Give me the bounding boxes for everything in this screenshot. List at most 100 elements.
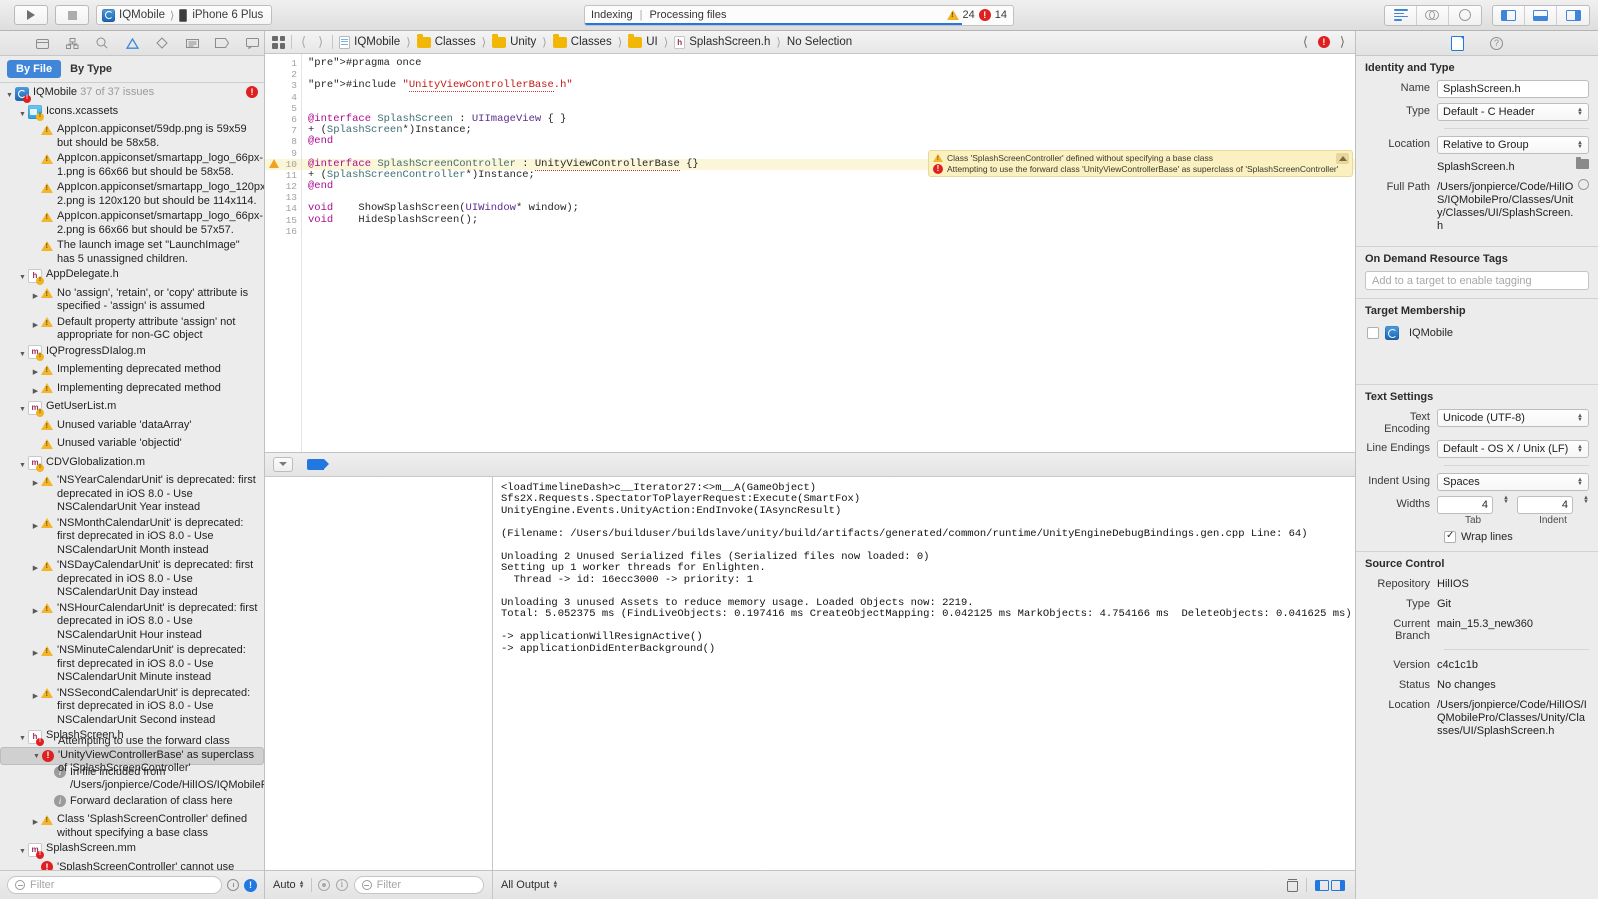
- collapse-banner-icon[interactable]: [1336, 153, 1349, 164]
- code-text[interactable]: "pre">#pragma once "pre">#include "Unity…: [302, 54, 1355, 452]
- issue-row[interactable]: ▶ 'NSMinuteCalendarUnit' is deprecated: f…: [0, 643, 264, 686]
- code-line[interactable]: + (SplashScreen*)Instance;: [302, 124, 1355, 136]
- watch-icon[interactable]: [317, 879, 330, 891]
- issue-navigator-icon[interactable]: [125, 37, 139, 50]
- disclosure-triangle-open[interactable]: ▼: [17, 345, 28, 362]
- variables-view[interactable]: [265, 476, 493, 870]
- issue-row[interactable]: ▼ m! IQProgressDIalog.m: [0, 344, 264, 363]
- breadcrumb[interactable]: IQMobile ⟩ Classes ⟩ Unity ⟩ Classes ⟩ U…: [339, 34, 852, 49]
- issue-counters[interactable]: 24 ! 14: [946, 9, 1007, 21]
- view-toggle-segmented[interactable]: [1492, 4, 1590, 26]
- inline-issue-error[interactable]: ! Attempting to use the forward class 'U…: [933, 164, 1348, 174]
- disclosure-triangle-closed[interactable]: ▶: [30, 517, 41, 534]
- choose-file-icon[interactable]: [1576, 157, 1589, 169]
- wrap-lines-row[interactable]: Wrap lines: [1444, 530, 1589, 543]
- disclosure-triangle-closed[interactable]: ▶: [30, 382, 41, 399]
- issue-row[interactable]: ▶ Unused variable 'objectid': [0, 436, 264, 455]
- disclosure-triangle-closed[interactable]: ▶: [30, 287, 41, 304]
- code-line[interactable]: @end: [302, 180, 1355, 192]
- issue-row[interactable]: ▶ Unused variable 'dataArray': [0, 418, 264, 437]
- issue-row[interactable]: ▶ The launch image set "LaunchImage" has …: [0, 238, 264, 267]
- standard-editor-button[interactable]: [1385, 5, 1417, 25]
- scope-popup[interactable]: Auto ▲ ▼: [273, 879, 305, 891]
- breadcrumb-item-0[interactable]: IQMobile: [354, 36, 400, 48]
- info-icon[interactable]: [335, 879, 348, 891]
- issue-row[interactable]: ▶ AppIcon.appiconset/smartapp_logo_66px-1…: [0, 151, 264, 180]
- assistant-editor-button[interactable]: [1417, 5, 1449, 25]
- reveal-in-finder-icon[interactable]: [1578, 179, 1589, 190]
- issue-row[interactable]: ▼ m! CDVGlobalization.m: [0, 455, 264, 474]
- stop-button[interactable]: [55, 5, 89, 25]
- report-navigator-icon[interactable]: [245, 37, 259, 50]
- line-endings-select[interactable]: Default - OS X / Unix (LF) ▲ ▼: [1437, 440, 1589, 458]
- console-output[interactable]: <loadTimelineDash>c__Iterator27:<>m__A(G…: [493, 476, 1355, 870]
- encoding-select[interactable]: Unicode (UTF-8) ▲ ▼: [1437, 409, 1589, 427]
- issue-row[interactable]: ▼! IQMobile 37 of 37 issues!: [0, 85, 264, 104]
- errors-only-icon[interactable]: !: [244, 878, 257, 892]
- issue-grouping-segmented[interactable]: By File By Type: [7, 60, 121, 78]
- activity-status-bar[interactable]: Indexing | Processing files 24 ! 14: [584, 4, 1014, 26]
- inline-issue-banner[interactable]: Class 'SplashScreenController' defined w…: [928, 150, 1353, 177]
- debug-layout-toggle[interactable]: [1315, 879, 1345, 891]
- test-navigator-icon[interactable]: [155, 37, 169, 50]
- folder-icon[interactable]: [35, 37, 49, 50]
- line-number-gutter[interactable]: 1 2 3 4 5 6 7 8 9 10 11 12 13 14 15 16: [265, 54, 302, 452]
- issue-row[interactable]: ▶ AppIcon.appiconset/smartapp_logo_120px-…: [0, 180, 264, 209]
- prev-issue-button[interactable]: ⟨: [1300, 34, 1311, 50]
- issue-row[interactable]: ▼! Icons.xcassets: [0, 104, 264, 123]
- disclosure-triangle-closed[interactable]: ▶: [30, 559, 41, 576]
- issue-row[interactable]: ▶ 'NSDayCalendarUnit' is deprecated: firs…: [0, 558, 264, 601]
- type-select[interactable]: Default - C Header ▲ ▼: [1437, 103, 1589, 121]
- code-line[interactable]: @end: [302, 136, 1355, 147]
- toggle-debug-button[interactable]: [1525, 5, 1557, 25]
- disclosure-triangle-closed[interactable]: ▶: [30, 644, 41, 661]
- ondemand-tag-input[interactable]: Add to a target to enable tagging: [1365, 271, 1589, 290]
- disclosure-triangle-closed[interactable]: ▶: [30, 316, 41, 333]
- disclosure-triangle-closed[interactable]: ▶: [30, 474, 41, 491]
- issue-row[interactable]: ▶i Forward declaration of class here: [0, 794, 264, 813]
- tab-by-file[interactable]: By File: [7, 60, 62, 78]
- hide-debug-area-button[interactable]: [273, 456, 293, 472]
- breadcrumb-item-1[interactable]: Classes: [435, 36, 476, 48]
- quick-help-icon[interactable]: ?: [1490, 36, 1503, 50]
- issue-row[interactable]: ▶ 'NSSecondCalendarUnit' is deprecated: f…: [0, 686, 264, 729]
- issue-row[interactable]: ▼ m! SplashScreen.mm: [0, 841, 264, 860]
- breadcrumb-item-4[interactable]: UI: [646, 36, 658, 48]
- issue-list[interactable]: ▼! IQMobile 37 of 37 issues! ▼! Icons.xcass…: [0, 83, 264, 870]
- indent-width-input[interactable]: 4: [1517, 496, 1574, 514]
- toggle-inspector-button[interactable]: [1557, 6, 1589, 25]
- hierarchy-icon[interactable]: [65, 37, 79, 50]
- issue-row[interactable]: ▶ Implementing deprecated method: [0, 362, 264, 381]
- indent-using-select[interactable]: Spaces ▲ ▼: [1437, 473, 1589, 491]
- disclosure-triangle-open[interactable]: ▼: [17, 842, 28, 859]
- warning-icon[interactable]: [268, 158, 279, 170]
- target-membership-row[interactable]: IQMobile: [1365, 323, 1589, 340]
- next-issue-button[interactable]: ⟩: [1337, 34, 1348, 50]
- source-editor[interactable]: 1 2 3 4 5 6 7 8 9 10 11 12 13 14 15 16 "pre">#pragma on…: [265, 54, 1355, 452]
- debug-navigator-icon[interactable]: [185, 37, 199, 50]
- tab-by-type[interactable]: By Type: [61, 60, 121, 78]
- disclosure-triangle-open[interactable]: ▼: [17, 268, 28, 285]
- issue-row[interactable]: ▶ 'NSHourCalendarUnit' is deprecated: fir…: [0, 601, 264, 644]
- breakpoints-toggle-icon[interactable]: [307, 458, 329, 470]
- disclosure-triangle-closed[interactable]: ▶: [30, 602, 41, 619]
- location-select[interactable]: Relative to Group ▲ ▼: [1437, 136, 1589, 154]
- disclosure-triangle-closed[interactable]: ▶: [30, 813, 41, 830]
- issue-row[interactable]: ▶ Default property attribute 'assign' not…: [0, 315, 264, 344]
- issue-row[interactable]: ▼! Attempting to use the forward class 'U…: [0, 735, 264, 774]
- issue-row[interactable]: ▶ AppIcon.appiconset/smartapp_logo_66px-2…: [0, 209, 264, 238]
- disclosure-triangle-open[interactable]: ▼: [31, 747, 42, 764]
- issue-row[interactable]: ▶ No 'assign', 'retain', or 'copy' attrib…: [0, 286, 264, 315]
- show-console-icon[interactable]: [1331, 879, 1345, 891]
- issue-row[interactable]: ▶ Implementing deprecated method: [0, 381, 264, 400]
- editor-mode-segmented[interactable]: [1384, 4, 1482, 26]
- breadcrumb-item-2[interactable]: Unity: [510, 36, 536, 48]
- target-checkbox[interactable]: [1367, 327, 1379, 339]
- show-variables-icon[interactable]: [1315, 879, 1329, 891]
- issue-row[interactable]: ▶ 'NSYearCalendarUnit' is deprecated: fir…: [0, 473, 264, 516]
- issue-row[interactable]: ▶ 'NSMonthCalendarUnit' is deprecated: fi…: [0, 516, 264, 559]
- run-button[interactable]: [14, 5, 48, 25]
- issue-row[interactable]: ▼ h! AppDelegate.h: [0, 267, 264, 286]
- back-button[interactable]: ⟨: [298, 34, 309, 50]
- issue-row[interactable]: ▼ m! GetUserList.m: [0, 399, 264, 418]
